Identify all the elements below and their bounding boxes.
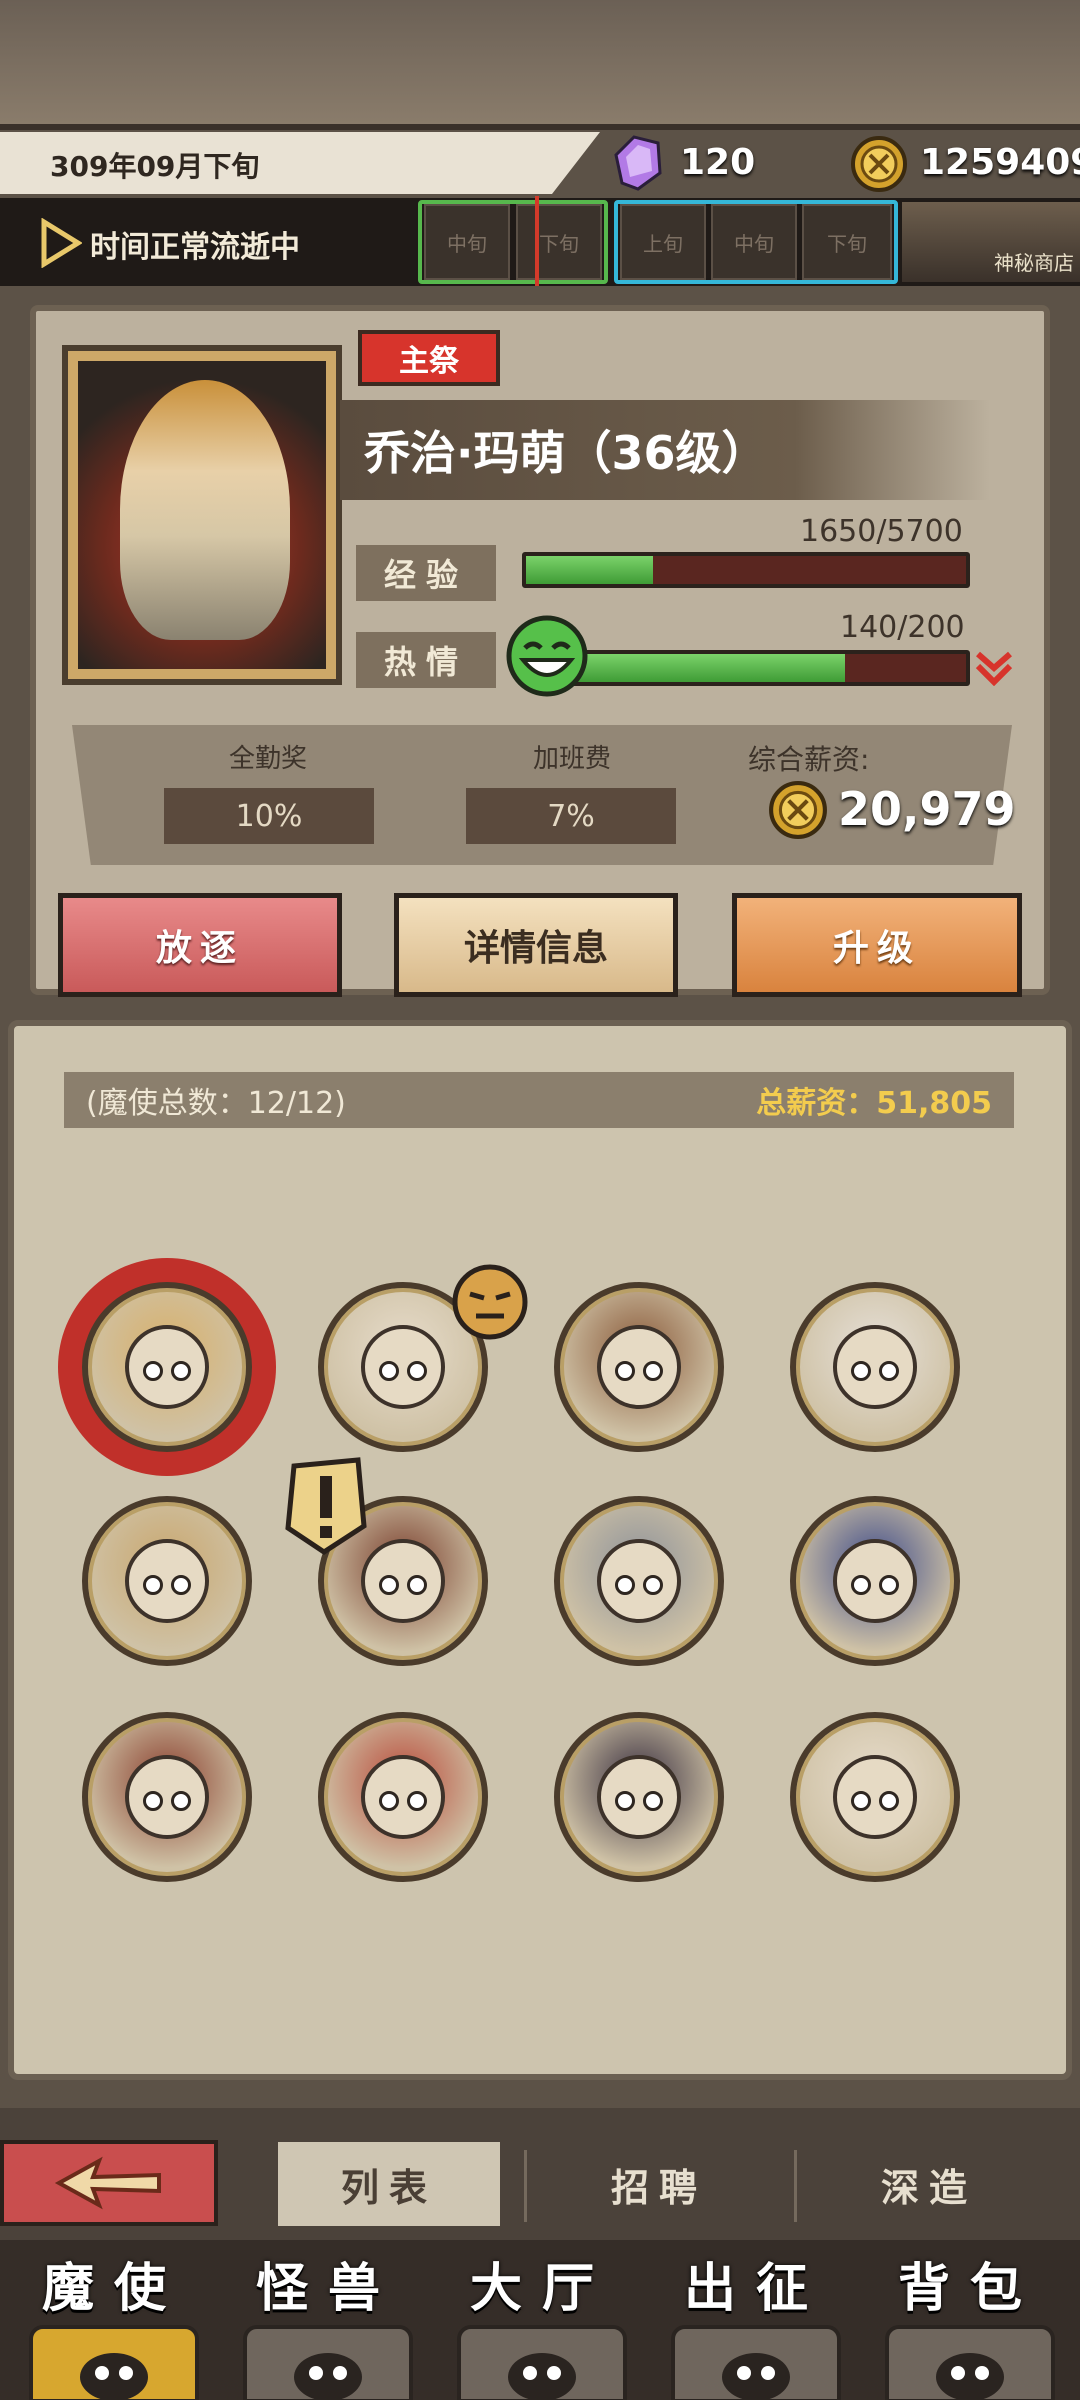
nav-monster[interactable]: 怪兽 xyxy=(228,2246,428,2400)
segment-next-early: 上旬 xyxy=(620,204,706,280)
role-badge: 主祭 xyxy=(358,330,500,386)
member-face xyxy=(833,1325,917,1409)
skull-icon xyxy=(29,2325,199,2400)
member-avatar[interactable] xyxy=(82,1496,252,1666)
total-salary-value: 20,979 xyxy=(838,782,1016,836)
gem-count: 120 xyxy=(680,142,756,183)
member-face xyxy=(833,1755,917,1839)
nav-hall[interactable]: 大厅 xyxy=(442,2246,642,2400)
segment-next-late: 下旬 xyxy=(802,204,892,280)
member-face xyxy=(361,1539,445,1623)
nav-expedition[interactable]: 出征 xyxy=(656,2246,856,2400)
arrow-down-icon xyxy=(975,651,1013,686)
passion-value: 140/200 xyxy=(840,610,965,645)
member-avatar[interactable] xyxy=(790,1496,960,1666)
overtime-title: 加班费 xyxy=(532,744,611,774)
member-avatar[interactable] xyxy=(318,1712,488,1882)
attendance-value: 10% xyxy=(164,788,374,844)
segment-next-mid: 中旬 xyxy=(711,204,797,280)
character-name: 乔治·玛萌（36级） xyxy=(340,400,990,500)
passion-bar-fill xyxy=(564,654,846,682)
passion-bar xyxy=(560,650,970,686)
roster-summary-bar: (魔使总数：12/12) 总薪资：51,805 xyxy=(64,1072,1014,1128)
tab-recruit[interactable]: 招聘 xyxy=(548,2142,770,2226)
nav-label: 背包 xyxy=(897,2259,1042,2319)
nav-label: 怪兽 xyxy=(255,2259,400,2319)
member-face xyxy=(361,1755,445,1839)
member-face xyxy=(597,1755,681,1839)
exile-button[interactable]: 放逐 xyxy=(58,893,342,997)
time-status: 时间正常流逝中 xyxy=(90,230,300,265)
member-avatar[interactable] xyxy=(554,1712,724,1882)
tab-list[interactable]: 列表 xyxy=(278,2142,500,2226)
member-avatar[interactable] xyxy=(790,1712,960,1882)
nav-skull[interactable]: 魔使 xyxy=(14,2246,214,2400)
smile-icon xyxy=(506,615,588,697)
passion-label: 热情 xyxy=(356,632,496,688)
coin-count: 1259409 xyxy=(920,142,1080,183)
details-button[interactable]: 详情信息 xyxy=(394,893,678,997)
member-face xyxy=(597,1325,681,1409)
tab-separator xyxy=(794,2150,797,2222)
date-text: 309年09月下旬 xyxy=(50,150,260,183)
monster-icon xyxy=(243,2325,413,2400)
nav-label: 出征 xyxy=(683,2259,828,2319)
nav-label: 魔使 xyxy=(41,2259,186,2319)
exp-label: 经验 xyxy=(356,545,496,601)
back-arrow-icon xyxy=(54,2156,161,2210)
member-face xyxy=(597,1539,681,1623)
segment-late: 下旬 xyxy=(516,204,602,280)
bag-icon xyxy=(885,2325,1055,2400)
character-portrait xyxy=(120,380,290,640)
hall-icon xyxy=(457,2325,627,2400)
member-face xyxy=(125,1755,209,1839)
time-marker xyxy=(535,196,539,286)
exp-bar-fill xyxy=(526,556,654,584)
member-avatar[interactable] xyxy=(82,1282,252,1452)
overtime-value: 7% xyxy=(466,788,676,844)
member-avatar[interactable] xyxy=(790,1282,960,1452)
roster-count: (魔使总数：12/12) xyxy=(86,1086,346,1121)
top-ornament xyxy=(0,0,1080,130)
member-avatar[interactable] xyxy=(554,1496,724,1666)
upgrade-button[interactable]: 升级 xyxy=(732,893,1022,997)
play-icon[interactable] xyxy=(38,218,82,268)
nav-bag[interactable]: 背包 xyxy=(870,2246,1070,2400)
segment-mid: 中旬 xyxy=(424,204,510,280)
exp-bar xyxy=(522,552,970,588)
member-face xyxy=(125,1539,209,1623)
member-avatar[interactable] xyxy=(82,1712,252,1882)
coin-icon xyxy=(851,136,907,192)
tab-separator xyxy=(524,2150,527,2222)
member-avatar[interactable] xyxy=(554,1282,724,1452)
alert-icon xyxy=(285,1457,367,1555)
tab-forge[interactable]: 深造 xyxy=(818,2142,1040,2226)
neutral-face-icon xyxy=(452,1264,528,1340)
mystery-shop-button[interactable]: 神秘商店 xyxy=(902,202,1080,282)
member-face xyxy=(125,1325,209,1409)
total-salary-title: 综合薪资: xyxy=(748,743,870,776)
exp-value: 1650/5700 xyxy=(800,514,963,549)
coin-icon xyxy=(769,781,827,839)
member-face xyxy=(833,1539,917,1623)
nav-label: 大厅 xyxy=(469,2259,614,2319)
roster-total-salary: 总薪资：51,805 xyxy=(756,1086,992,1121)
back-button[interactable] xyxy=(0,2140,218,2226)
expedition-icon xyxy=(671,2325,841,2400)
attendance-title: 全勤奖 xyxy=(228,744,307,774)
member-face xyxy=(361,1325,445,1409)
gem-icon xyxy=(614,135,662,191)
